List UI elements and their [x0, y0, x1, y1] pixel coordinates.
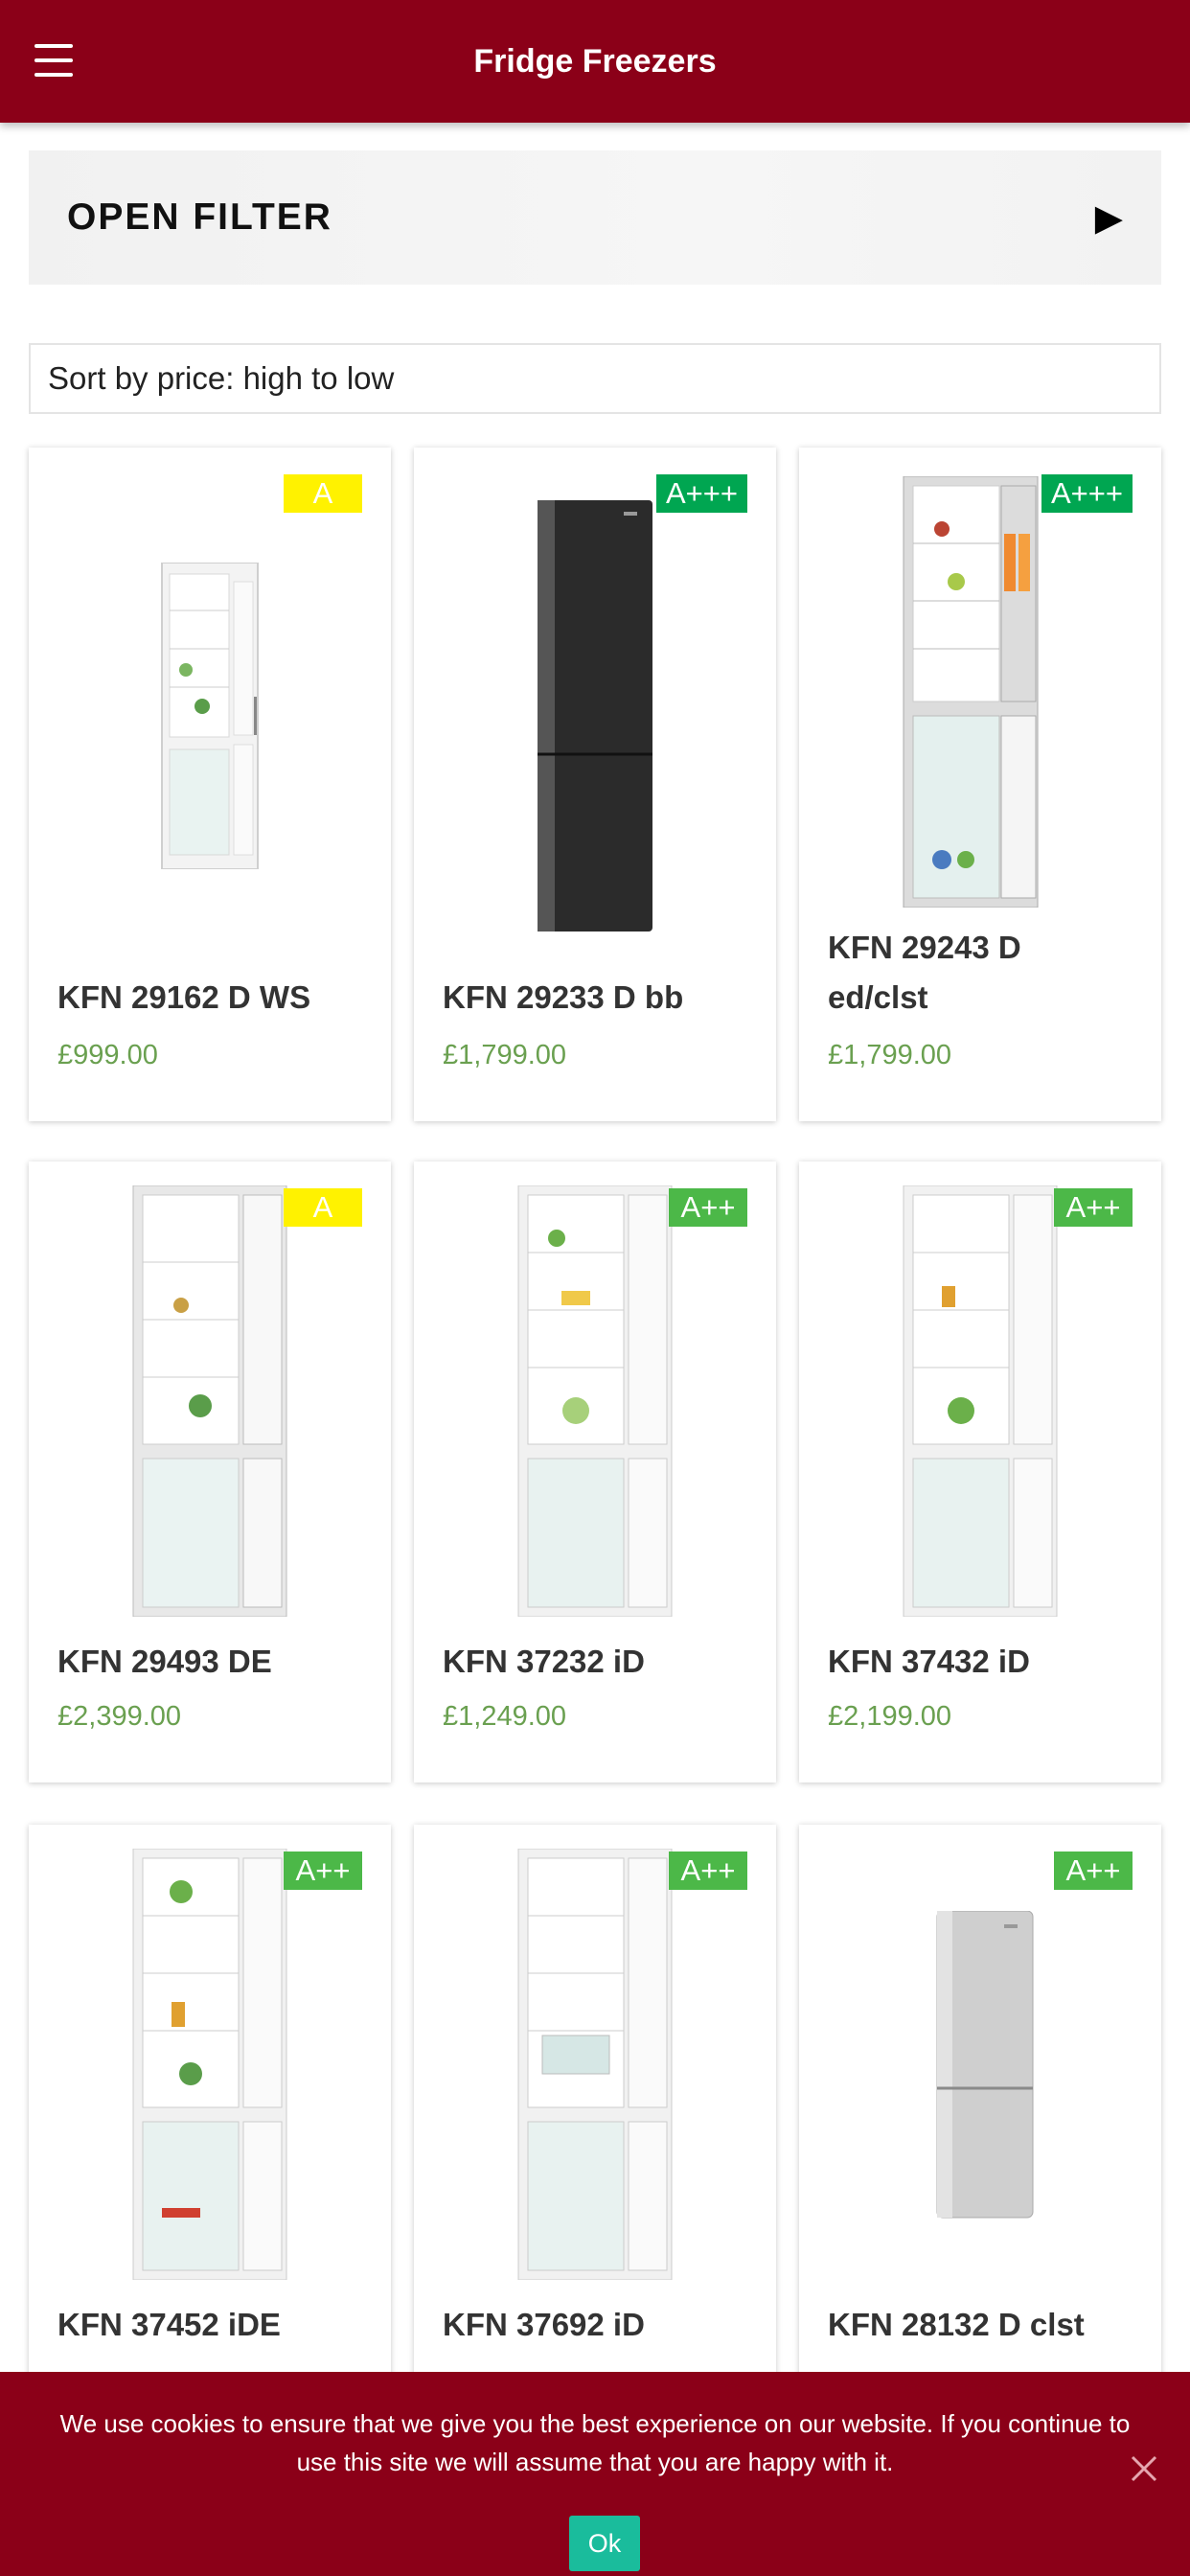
product-name: KFN 28132 D clst [828, 2307, 1085, 2342]
fridge-image [132, 1849, 287, 2280]
filter-label: OPEN FILTER [67, 196, 332, 238]
product-card[interactable]: A+++ KFN 29233 D bb £1,799.00 [414, 448, 776, 1121]
energy-rating-badge: A+++ [656, 474, 747, 513]
energy-rating-badge: A++ [669, 1188, 747, 1227]
fridge-image [538, 500, 652, 932]
product-card[interactable]: A+++ KFN 29243 D ed/clst £1,799.00 [799, 448, 1161, 1121]
fridge-image [903, 476, 1039, 908]
fridge-image [517, 1849, 673, 2280]
product-image [414, 1162, 776, 1631]
product-name: KFN 37452 iDE [57, 2307, 281, 2342]
energy-rating-badge: A++ [1054, 1852, 1133, 1890]
fridge-image [161, 563, 259, 869]
product-price: £2,199.00 [828, 1701, 952, 1732]
product-price: £1,799.00 [443, 1040, 567, 1070]
product-price: £1,249.00 [443, 1701, 567, 1732]
energy-rating-badge: A [284, 474, 362, 513]
triangle-right-icon: ▶ [1094, 197, 1123, 239]
product-image [799, 448, 1161, 917]
product-name: KFN 29162 D WS [57, 979, 311, 1015]
product-price: £2,399.00 [57, 1701, 182, 1732]
product-image [414, 448, 776, 955]
energy-rating-badge: A [284, 1188, 362, 1227]
sort-select[interactable]: Sort by price: high to low [29, 343, 1161, 414]
fridge-image [132, 1185, 287, 1617]
product-image [799, 1162, 1161, 1631]
product-price: £1,799.00 [828, 1040, 952, 1070]
product-card[interactable]: A++ KFN 37232 iD £1,249.00 [414, 1162, 776, 1782]
product-card[interactable]: A++ KFN 37432 iD £2,199.00 [799, 1162, 1161, 1782]
cookie-ok-button[interactable]: Ok [569, 2516, 640, 2571]
product-card[interactable]: A++ KFN 28132 D clst [799, 1825, 1161, 2419]
product-image [29, 448, 391, 955]
product-image [29, 1162, 391, 1631]
fridge-image [903, 1185, 1058, 1617]
close-icon[interactable] [1127, 2451, 1161, 2486]
page-title: Fridge Freezers [473, 42, 717, 80]
fridge-image [936, 1911, 1034, 2219]
fridge-image [517, 1185, 673, 1617]
product-card[interactable]: A++ KFN 37452 iDE [29, 1825, 391, 2419]
product-name: KFN 37692 iD [443, 2307, 645, 2342]
product-name: KFN 29243 D ed/clst [828, 930, 1021, 1015]
product-image [29, 1825, 391, 2294]
product-card[interactable]: A KFN 29493 DE £2,399.00 [29, 1162, 391, 1782]
hamburger-menu-icon[interactable] [34, 44, 73, 77]
energy-rating-badge: A++ [1054, 1188, 1133, 1227]
product-name: KFN 29233 D bb [443, 979, 684, 1015]
product-name: KFN 37432 iD [828, 1644, 1030, 1679]
energy-rating-badge: A++ [284, 1852, 362, 1890]
cookie-message: We use cookies to ensure that we give yo… [59, 2409, 1131, 2476]
open-filter-button[interactable]: OPEN FILTER ▶ [29, 150, 1161, 285]
product-card[interactable]: A KFN 29162 D WS £999.00 [29, 448, 391, 1121]
product-name: KFN 29493 DE [57, 1644, 272, 1679]
energy-rating-badge: A++ [669, 1852, 747, 1890]
app-header: Fridge Freezers [0, 0, 1190, 123]
product-image [414, 1825, 776, 2294]
product-image [799, 1825, 1161, 2294]
cookie-banner: We use cookies to ensure that we give yo… [0, 2372, 1190, 2576]
product-name: KFN 37232 iD [443, 1644, 645, 1679]
energy-rating-badge: A+++ [1041, 474, 1133, 513]
product-price: £999.00 [57, 1040, 158, 1070]
product-card[interactable]: A++ KFN 37692 iD [414, 1825, 776, 2419]
sort-selected-value: Sort by price: high to low [48, 360, 395, 396]
